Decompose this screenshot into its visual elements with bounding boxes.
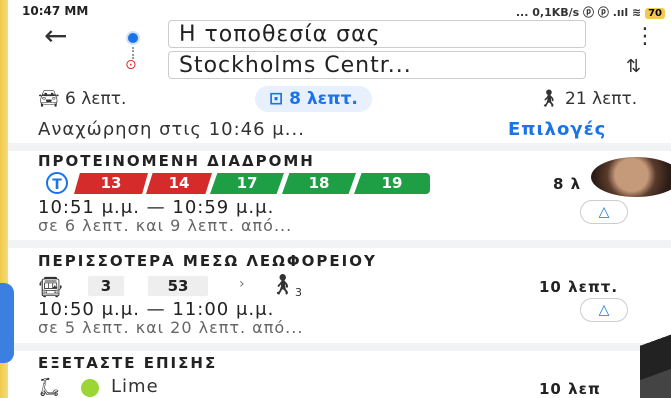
departure-time[interactable]: Αναχώρηση στις 10:46 μ... [38, 119, 305, 140]
status-indicators: ... 0,1KB/s ⓟ ⓟ .ııl ≋ 70 [516, 4, 665, 20]
device-edge [640, 300, 671, 398]
bus-time: 10:50 μ.μ. — 11:00 μ.μ. [38, 299, 275, 320]
transit-icon: ⊡ [269, 89, 290, 109]
scooter-icon: 🛴︎ [38, 377, 61, 398]
divider [8, 343, 671, 351]
mode-transit[interactable]: ⊡ 8 λεπτ. [255, 86, 372, 112]
walk-count: 3 [295, 286, 302, 299]
walk-icon: 🚶︎ [538, 89, 565, 109]
also-duration: 10 λεπ [539, 380, 601, 398]
swap-icon[interactable]: ⇅ [626, 56, 641, 77]
mode-car[interactable]: 🚘︎ 6 λεπτ. [38, 86, 126, 112]
mode-walk[interactable]: 🚶︎ 21 λεπτ. [538, 86, 637, 112]
bus-detail: σε 5 λεπτ. και 20 λεπτ. από... [38, 318, 304, 337]
divider [8, 143, 671, 151]
line-badge: 18 [282, 173, 356, 194]
also-title: ΕΞΕΤΑΣΤΕ ΕΠΙΣΗΣ [38, 354, 218, 372]
origin-field[interactable]: Η τοποθεσία σας [168, 20, 586, 48]
recommended-time: 10:51 μ.μ. — 10:59 μ.μ. [38, 197, 275, 218]
bus-line-badge: 53 [148, 276, 208, 296]
line-badge: 13 [74, 173, 148, 194]
navigate-icon[interactable]: △ [580, 200, 628, 224]
battery-icon: 70 [645, 8, 665, 19]
travel-modes: 🚘︎ 6 λεπτ. ⊡ 8 λεπτ. 🚶︎ 21 λεπτ. [8, 86, 671, 114]
bus-title: ΠΕΡΙΣΣΟΤΕΡΑ ΜΕΣΩ ΛΕΩΦΟΡΕΙΟΥ [38, 252, 377, 270]
tram-logo-icon: T [46, 172, 68, 194]
chevron-right-icon: › [239, 276, 245, 292]
line-badge: 19 [354, 173, 430, 194]
more-options-icon[interactable]: ⋮ [634, 24, 656, 49]
recommended-title: ΠΡΟΤΕΙΝΟΜΕΝΗ ΔΙΑΔΡΟΜΗ [38, 152, 315, 170]
navigate-icon[interactable]: △ [580, 298, 628, 322]
bus-icon: 🚍︎ [38, 275, 64, 299]
destination-pin-icon: ⊙ [125, 57, 137, 73]
avatar [591, 157, 671, 197]
lime-logo-icon [81, 379, 99, 397]
bus-line-badge: 3 [88, 276, 124, 296]
back-arrow-icon[interactable]: ← [44, 22, 67, 50]
options-button[interactable]: Επιλογές [508, 119, 606, 140]
divider [8, 240, 671, 248]
provider-name: Lime [111, 376, 159, 397]
bus-duration: 10 λεπτ. [539, 278, 619, 296]
origin-dot-icon [126, 31, 140, 45]
recommended-duration: 8 λ [553, 175, 582, 193]
car-icon: 🚘︎ [38, 89, 65, 109]
status-time: 10:47 MM [22, 4, 89, 18]
line-badge: 17 [210, 173, 284, 194]
line-badge: 14 [146, 173, 212, 194]
recommended-detail: σε 6 λεπτ. και 9 λεπτ. από... [38, 216, 293, 235]
side-tab [0, 283, 14, 363]
walk-icon: 🚶︎ [270, 272, 296, 296]
destination-field[interactable]: Stockholms Centr... [168, 51, 586, 79]
maps-directions-screen: 10:47 MM ... 0,1KB/s ⓟ ⓟ .ııl ≋ 70 ← ⊙ Η… [8, 0, 671, 398]
